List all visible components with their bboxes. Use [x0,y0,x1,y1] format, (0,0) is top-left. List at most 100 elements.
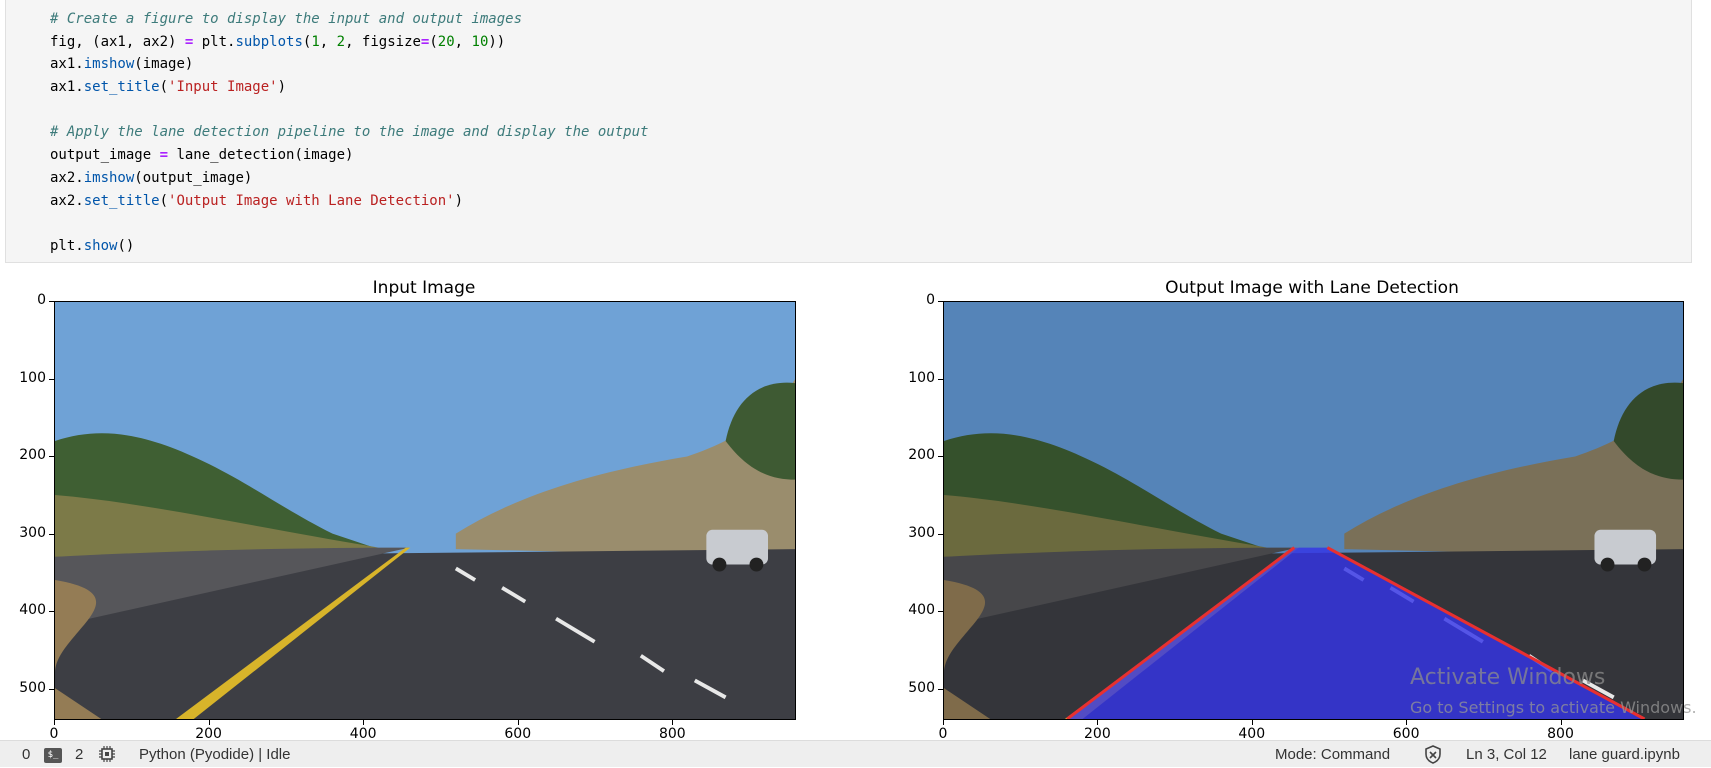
car-wheel [749,557,764,572]
code-token: output_image [50,147,160,164]
y-tick-label: 500 [19,679,46,696]
code-token: 10 [471,33,489,50]
car-wheel [712,557,727,572]
code-token: 'Input Image' [168,79,278,96]
code-token: set_title [83,192,160,209]
code-token: ( [429,33,438,50]
code-token: ax1. [50,79,84,96]
y-tick-mark [49,533,54,535]
code-token: 2 [336,33,346,50]
code-line: ax1.set_title('Input Image') [50,76,648,99]
code-line: fig, (ax1, ax2) = plt.subplots(1, 2, fig… [50,31,648,54]
shield-icon[interactable] [1424,745,1442,768]
y-tick-mark [938,456,943,458]
x-tick-mark [1097,720,1099,725]
plot-title-output: Output Image with Lane Detection [1165,278,1459,298]
code-line: # Apply the lane detection pipeline to t… [50,121,648,144]
code-cell[interactable]: # Create a figure to display the input a… [5,0,1692,263]
activate-windows-subtitle: Go to Settings to activate Windows. [1410,698,1697,717]
code-token: set_title [83,79,160,96]
y-tick-label: 100 [908,369,935,386]
input-road-image [55,302,795,719]
code-line: # Create a figure to display the input a… [50,8,648,31]
y-tick-label: 300 [19,524,46,541]
code-token: ) [454,192,464,209]
kernel-chip-icon[interactable] [98,745,116,767]
code-token: # Create a figure to display the input a… [50,11,523,27]
x-tick-mark [54,720,55,725]
y-tick-label: 400 [19,602,46,619]
y-tick-label: 500 [908,679,935,696]
code-token: plt. [50,237,84,254]
car-wheel [1600,557,1615,572]
code-token: ax1. [50,56,84,73]
input-image-axes [54,301,796,720]
code-token: ( [159,192,169,209]
code-token: (output_image) [134,169,253,186]
y-tick-mark [938,378,943,380]
y-tick-label: 100 [19,369,46,386]
y-tick-label: 300 [908,524,935,541]
code-token: 20 [437,33,455,50]
code-line: output_image = lane_detection(image) [50,144,648,167]
x-tick-mark [943,720,944,725]
y-tick-mark [49,456,54,458]
code-token: , [319,33,337,50]
x-tick-mark [1560,720,1562,725]
y-tick-mark [49,378,54,380]
status-bar: 0 $_ 2 Python (Pyodide) | Idle Mode: Com… [0,740,1711,767]
code-token: (image) [134,56,194,73]
output-image-axes [943,301,1684,720]
mode-indicator[interactable]: Mode: Command [1275,746,1390,763]
y-tick-label: 200 [908,447,935,464]
code-token: fig, (ax1, ax2) [50,33,185,50]
y-tick-mark [938,611,943,613]
activate-windows-title: Activate Windows [1410,665,1606,690]
y-tick-mark [938,301,943,302]
cursor-position[interactable]: Ln 3, Col 12 [1466,746,1547,763]
file-name[interactable]: lane guard.ipynb [1569,746,1680,763]
car-wheel [1637,557,1652,572]
code-line: ax2.set_title('Output Image with Lane De… [50,190,648,213]
code-token: imshow [83,169,135,186]
code-token: , [454,33,472,50]
code-token: , figsize [345,33,421,50]
code-token: ) [277,79,287,96]
x-tick-mark [672,720,674,725]
code-token: = [159,147,169,164]
code-token: plt. [193,33,236,50]
code-token: imshow [83,56,135,73]
x-tick-mark [363,720,365,725]
y-tick-label: 0 [926,292,935,308]
code-token: )) [488,33,506,50]
code-token: # Apply the lane detection pipeline to t… [50,124,649,141]
code-token: ( [159,79,169,96]
x-tick-mark [517,720,519,725]
code-line: ax2.imshow(output_image) [50,167,648,190]
x-tick-mark [1251,720,1253,725]
status-count-left[interactable]: 0 [22,746,30,763]
y-tick-mark [49,301,54,302]
plot-title-input: Input Image [372,278,476,298]
y-tick-mark [938,533,943,535]
terminal-icon[interactable]: $_ [44,746,62,763]
y-tick-label: 0 [37,292,46,308]
code-token: () [117,237,135,254]
terminal-count[interactable]: 2 [75,746,83,763]
y-tick-mark [938,688,943,690]
code-line: ax1.imshow(image) [50,53,648,76]
kernel-status[interactable]: Python (Pyodide) | Idle [139,746,290,763]
code-token: 'Output Image with Lane Detection' [168,192,455,209]
code-token: subplots [235,33,303,50]
x-tick-mark [208,720,210,725]
y-tick-mark [49,688,54,690]
code-token: show [83,237,118,254]
code-token: 1 [311,33,320,50]
code-token: ax2. [50,169,84,186]
code-editor[interactable]: # Create a figure to display the input a… [50,8,648,258]
y-tick-label: 400 [908,602,935,619]
x-tick-mark [1406,720,1408,725]
code-token: lane_detection(image) [168,147,354,164]
